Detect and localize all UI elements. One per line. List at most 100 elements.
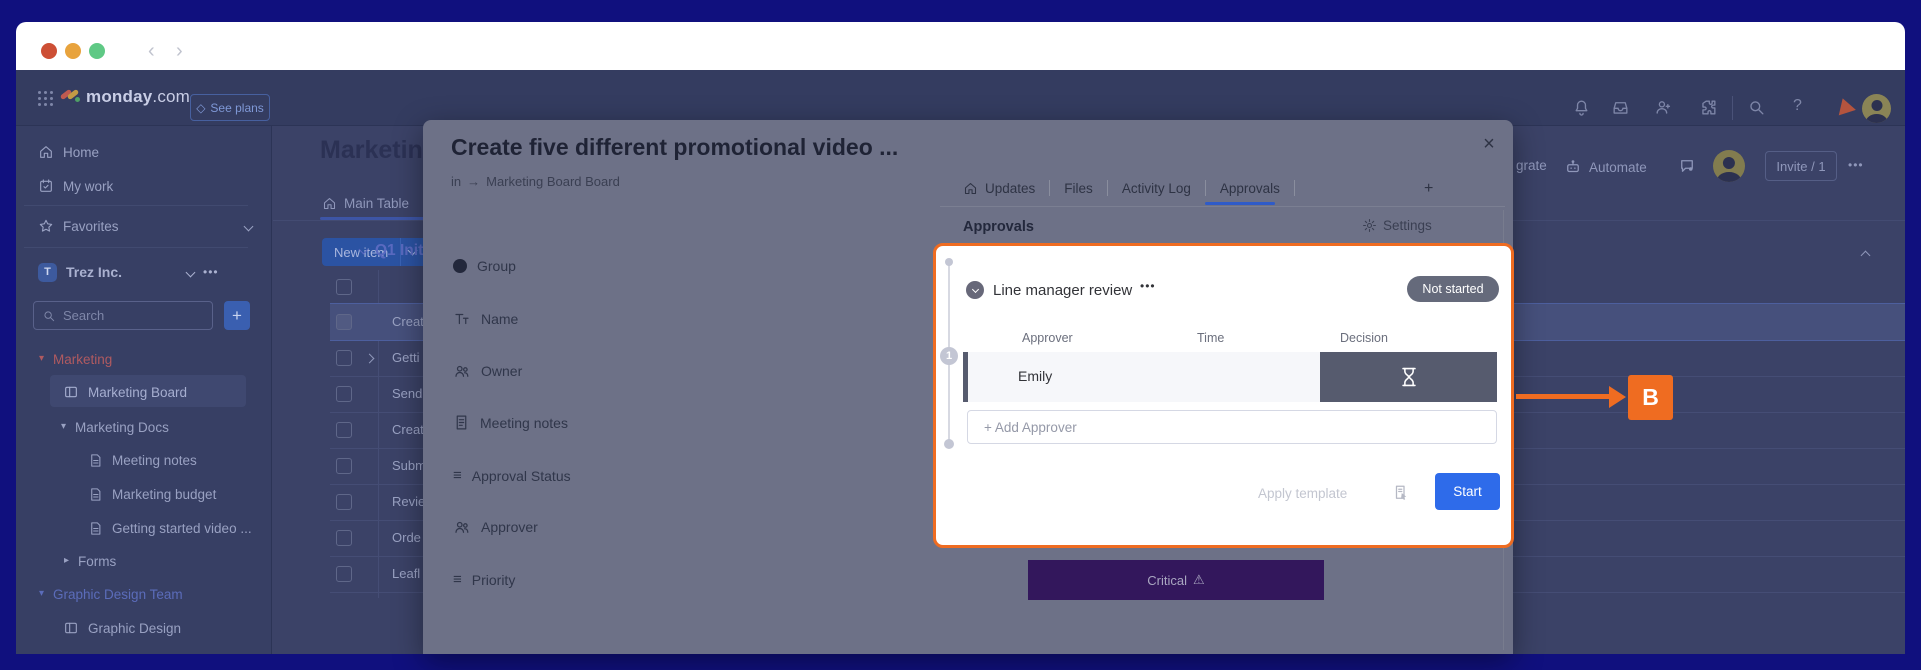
start-button[interactable]: Start [1435,473,1500,510]
product-logo-icon [1834,96,1856,116]
board-icon [63,384,79,400]
tab-updates[interactable]: Updates [985,181,1035,196]
table-row[interactable]: Creat [392,314,424,330]
sidebar-search[interactable] [33,301,213,330]
minimize-window-button[interactable] [65,43,81,59]
tab-approvals[interactable]: Approvals [1220,181,1280,196]
settings-button[interactable]: Settings [1362,218,1432,233]
approval-card: 1 Line manager review ••• Not started Ap… [933,243,1514,548]
sidebar-item-home[interactable]: Home [38,136,99,168]
search-input[interactable] [63,308,183,323]
close-window-button[interactable] [41,43,57,59]
sidebar-item-favorites[interactable]: Favorites [38,210,252,242]
maximize-window-button[interactable] [89,43,105,59]
inbox-icon[interactable] [1611,98,1630,122]
add-approver-input[interactable] [968,420,1496,435]
add-board-button[interactable]: + [224,301,250,330]
approver-row[interactable]: Emily [963,352,1497,402]
table-row[interactable]: Send [392,386,422,402]
sidebar-item-marketing-workspace[interactable]: ▾ Marketing [39,343,112,375]
user-avatar[interactable] [1862,94,1891,123]
field-value-priority[interactable]: Critical ⚠ [1028,560,1324,600]
field-label-name: Name [453,310,518,328]
breadcrumb[interactable]: in → Marketing Board Board [451,174,620,189]
step-menu-icon[interactable]: ••• [1140,279,1156,293]
collapse-step-icon[interactable] [966,281,984,299]
row-checkbox[interactable] [336,494,352,510]
marketplace-puzzle-icon[interactable] [1699,98,1718,122]
invite-members-icon[interactable] [1654,98,1673,122]
sidebar-item-graphic-design-team[interactable]: ▾ Graphic Design Team [39,578,183,610]
row-checkbox[interactable] [336,530,352,546]
my-work-icon [38,178,54,194]
table-row[interactable]: Creat [392,422,424,438]
table-row[interactable]: Revie [392,494,425,510]
row-checkbox[interactable] [336,386,352,402]
board-icon [63,620,79,636]
table-row[interactable]: Subm [392,458,426,474]
diamond-icon: ◇ [196,101,205,115]
sidebar-divider [24,205,248,206]
add-approver-field[interactable] [967,410,1497,444]
arrow-right-icon: → [467,174,480,189]
board-title: Marketing [320,136,438,165]
gear-icon [1362,218,1377,233]
board-member-avatar[interactable] [1713,150,1745,182]
sidebar-item-forms[interactable]: ▸ Forms [64,545,116,577]
monday-logo-text[interactable]: monday.com [86,87,190,107]
workspace-menu-icon[interactable]: ••• [203,265,219,279]
sidebar-item-meeting-notes[interactable]: Meeting notes [88,444,197,476]
tab-files[interactable]: Files [1064,181,1093,196]
sidebar-item-graphic-design[interactable]: Graphic Design [63,612,181,644]
close-icon[interactable]: × [1477,132,1501,156]
doc-icon [88,453,103,468]
notifications-bell-icon[interactable] [1572,98,1591,122]
sidebar-item-my-work[interactable]: My work [38,170,113,202]
hamburger-icon: ≡ [453,571,462,588]
table-row[interactable]: Leafl [392,566,420,582]
sidebar-divider [24,247,248,248]
tab-activity-log[interactable]: Activity Log [1122,181,1191,196]
template-doc-icon[interactable] [1392,484,1410,507]
row-checkbox[interactable] [336,314,352,330]
forward-icon[interactable]: › [176,39,183,63]
decision-cell[interactable] [1320,352,1497,402]
search-icon[interactable] [1747,98,1766,122]
back-icon[interactable]: ‹ [148,39,155,63]
expand-row-icon[interactable] [365,354,375,364]
integrate-button[interactable]: grate [1516,158,1547,173]
collapse-caret-icon[interactable] [1861,251,1871,261]
chat-icon[interactable] [1678,157,1696,175]
caret-right-icon: ▸ [64,556,69,566]
sidebar-item-getting-started-video[interactable]: Getting started video ... [88,512,252,544]
see-plans-button[interactable]: ◇ See plans [190,94,270,121]
sidebar-item-marketing-budget[interactable]: Marketing budget [88,478,216,510]
apps-grid-icon[interactable] [38,91,41,94]
hamburger-icon: ≡ [453,467,462,484]
topbar-divider [1732,96,1733,120]
automate-button[interactable]: Automate [1564,158,1647,176]
star-icon [38,218,54,234]
row-checkbox[interactable] [336,350,352,366]
annotation-label-b: B [1628,375,1673,420]
timeline-start-dot [945,258,953,266]
row-checkbox[interactable] [336,458,352,474]
invite-button[interactable]: Invite / 1 [1765,151,1837,181]
workspace-selector[interactable]: T Trez Inc. ••• [38,256,264,288]
approval-step-title: Line manager review [993,282,1132,299]
table-row[interactable]: Getti [392,350,419,366]
tab-main-table[interactable]: Main Table [322,196,409,211]
table-row[interactable]: Orde [392,530,421,546]
help-icon[interactable]: ? [1793,97,1802,115]
row-checkbox[interactable] [336,422,352,438]
add-tab-button[interactable]: + [1424,180,1433,198]
sidebar-item-marketing-board[interactable]: Marketing Board [63,376,187,408]
sidebar-item-marketing-docs[interactable]: ▾ Marketing Docs [61,411,169,443]
board-menu-icon[interactable]: ••• [1848,158,1864,172]
column-header-time: Time [1197,331,1224,345]
apply-template-button[interactable]: Apply template [1258,486,1347,501]
annotation-arrow-line [1516,394,1612,399]
item-title: Create five different promotional video … [451,134,898,161]
row-checkbox[interactable] [336,566,352,582]
select-all-checkbox[interactable] [336,279,352,295]
